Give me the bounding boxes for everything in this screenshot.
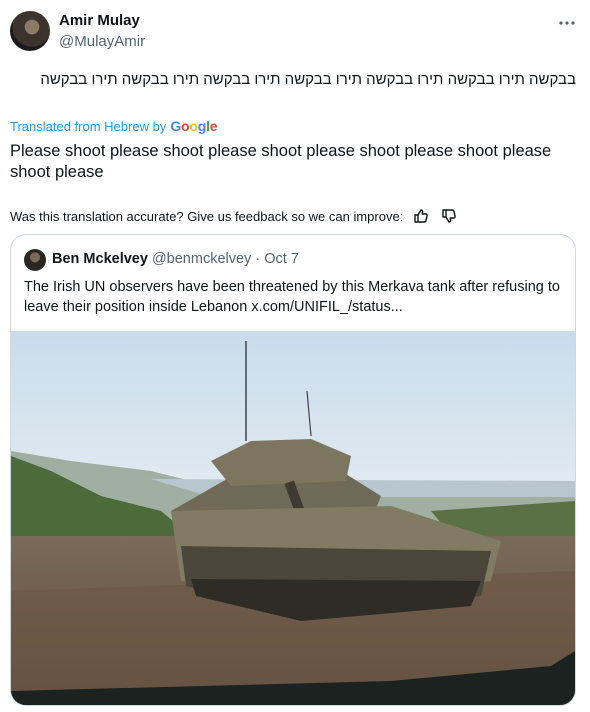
quoted-post-text: The Irish UN observers have been threate… xyxy=(24,279,560,315)
quoted-author-avatar xyxy=(24,249,46,271)
quoted-dot-separator: · xyxy=(255,251,261,267)
quoted-author-handle: @benmckelvey xyxy=(151,251,252,267)
quoted-author-name: Ben Mckelvey xyxy=(52,251,148,267)
translation-feedback: Was this translation accurate? Give us f… xyxy=(10,206,459,226)
quoted-post[interactable]: Ben Mckelvey @benmckelvey · Oct 7 The Ir… xyxy=(10,234,576,706)
quoted-post-image[interactable] xyxy=(11,331,575,705)
feedback-prompt: Was this translation accurate? Give us f… xyxy=(10,208,404,224)
post-original-text: בבקשה תירו בבקשה תירו בבקשה תירו בבקשה ת… xyxy=(40,71,576,88)
thumbs-up-button[interactable] xyxy=(411,206,431,226)
post-author-handle[interactable]: @MulayAmir xyxy=(59,33,145,50)
thumbs-up-icon xyxy=(414,209,429,223)
thumbs-down-icon xyxy=(442,209,457,223)
thumbs-down-button[interactable] xyxy=(439,206,459,226)
post-translation-text: Please shoot please shoot please shoot p… xyxy=(10,142,552,181)
translated-from-link[interactable]: Translated from Hebrew by Google xyxy=(10,118,218,134)
translated-from-label: Translated from Hebrew by xyxy=(10,118,167,134)
more-options-button[interactable] xyxy=(556,12,578,34)
post-avatar[interactable] xyxy=(10,11,50,51)
post-author-name[interactable]: Amir Mulay xyxy=(59,12,140,29)
google-logo: Google xyxy=(170,118,218,134)
quoted-post-date: Oct 7 xyxy=(264,251,299,267)
quoted-post-header: Ben Mckelvey @benmckelvey · Oct 7 xyxy=(52,251,299,267)
more-horizontal-icon xyxy=(559,21,575,25)
